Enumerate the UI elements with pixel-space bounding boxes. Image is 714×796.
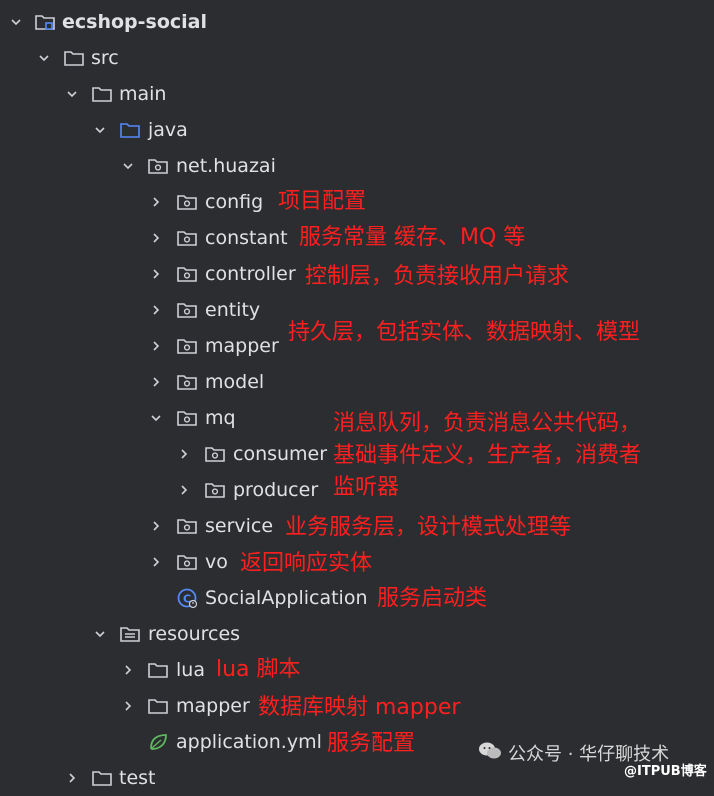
folder-icon [91,767,113,789]
tree-node-label: config [205,191,264,213]
package-icon [204,479,226,501]
annotation-mq-line2: 基础事件定义，生产者，消费者 [333,443,642,468]
source-folder-icon [119,119,141,141]
chevron-right-icon[interactable] [174,480,194,500]
chevron-right-icon[interactable] [146,336,166,356]
annotation-mq-line3: 监听器 [333,475,400,500]
resources-folder-icon [119,623,141,645]
folder-icon [91,83,113,105]
tree-node-label: resources [148,623,241,645]
annotation-yml: 服务配置 [327,731,416,756]
tree-node-label: vo [205,551,228,573]
tree-node-java[interactable]: java [0,112,714,148]
tree-node-label: model [205,371,265,393]
tree-node-label: ecshop-social [62,11,207,33]
tree-node-label: test [119,767,156,789]
tree-node-label: src [91,47,119,69]
tree-node-root[interactable]: ecshop-social [0,4,714,40]
chevron-down-icon[interactable] [90,120,110,140]
annotation-constant: 服务常量 缓存、MQ 等 [299,225,526,250]
chevron-right-icon[interactable] [118,696,138,716]
module-folder-icon [34,11,56,33]
package-icon [204,443,226,465]
spring-boot-app-icon: C [176,587,198,609]
annotation-controller: 控制层，负责接收用户请求 [305,264,570,289]
folder-icon [147,659,169,681]
chevron-right-icon[interactable] [118,660,138,680]
tree-node-label: main [119,83,167,105]
package-icon [176,263,198,285]
annotation-entity-mapper: 持久层，包括实体、数据映射、模型 [288,320,641,345]
tree-node-lua[interactable]: lua [0,652,714,688]
tree-node-label: SocialApplication [205,587,368,609]
package-icon [176,227,198,249]
annotation-mq-line1: 消息队列，负责消息公共代码， [333,411,642,436]
annotation-res-mapper: 数据库映射 mapper [258,695,461,720]
chevron-down-icon[interactable] [118,156,138,176]
tree-node-main[interactable]: main [0,76,714,112]
folder-icon [63,47,85,69]
folder-icon [147,695,169,717]
annotation-config: 项目配置 [278,189,367,214]
chevron-right-icon[interactable] [146,192,166,212]
watermark-site: @ITPUB博客 [624,764,707,779]
chevron-down-icon[interactable] [62,84,82,104]
spring-leaf-icon [147,731,169,753]
chevron-down-icon[interactable] [34,48,54,68]
tree-node-label: producer [233,479,319,501]
package-icon [176,371,198,393]
package-icon [176,515,198,537]
annotation-vo: 返回响应实体 [240,551,373,576]
tree-node-label: constant [205,227,288,249]
annotation-lua: lua 脚本 [216,657,301,682]
tree-node-label: application.yml [176,731,322,753]
chevron-right-icon[interactable] [146,372,166,392]
package-icon [176,407,198,429]
wechat-icon [478,741,502,766]
tree-node-label: mapper [205,335,279,357]
chevron-right-icon[interactable] [146,228,166,248]
package-icon [176,335,198,357]
annotation-service: 业务服务层，设计模式处理等 [285,515,572,540]
tree-node-label: controller [205,263,296,285]
tree-node-label: consumer [233,443,328,465]
tree-node-label: net.huazai [176,155,276,177]
tree-node-label: lua [176,659,205,681]
chevron-right-icon[interactable] [62,768,82,788]
tree-node-social-application[interactable]: C SocialApplication [0,580,714,616]
chevron-right-icon[interactable] [174,444,194,464]
chevron-right-icon[interactable] [146,300,166,320]
tree-node-src[interactable]: src [0,40,714,76]
project-tree: ecshop-social src main java net.huazai c… [0,0,714,789]
chevron-right-icon[interactable] [146,516,166,536]
tree-node-label: service [205,515,274,537]
tree-node-resources[interactable]: resources [0,616,714,652]
tree-node-package[interactable]: net.huazai [0,148,714,184]
package-icon [176,299,198,321]
chevron-down-icon[interactable] [90,624,110,644]
tree-node-label: mapper [176,695,250,717]
chevron-down-icon[interactable] [146,408,166,428]
tree-node-label: entity [205,299,261,321]
tree-node-label: java [148,119,188,141]
chevron-down-icon[interactable] [6,12,26,32]
tree-node-label: mq [205,407,236,429]
package-icon [147,155,169,177]
package-icon [176,191,198,213]
chevron-right-icon[interactable] [146,552,166,572]
package-icon [176,551,198,573]
annotation-app: 服务启动类 [377,586,488,611]
chevron-right-icon[interactable] [146,264,166,284]
tree-node-model[interactable]: model [0,364,714,400]
